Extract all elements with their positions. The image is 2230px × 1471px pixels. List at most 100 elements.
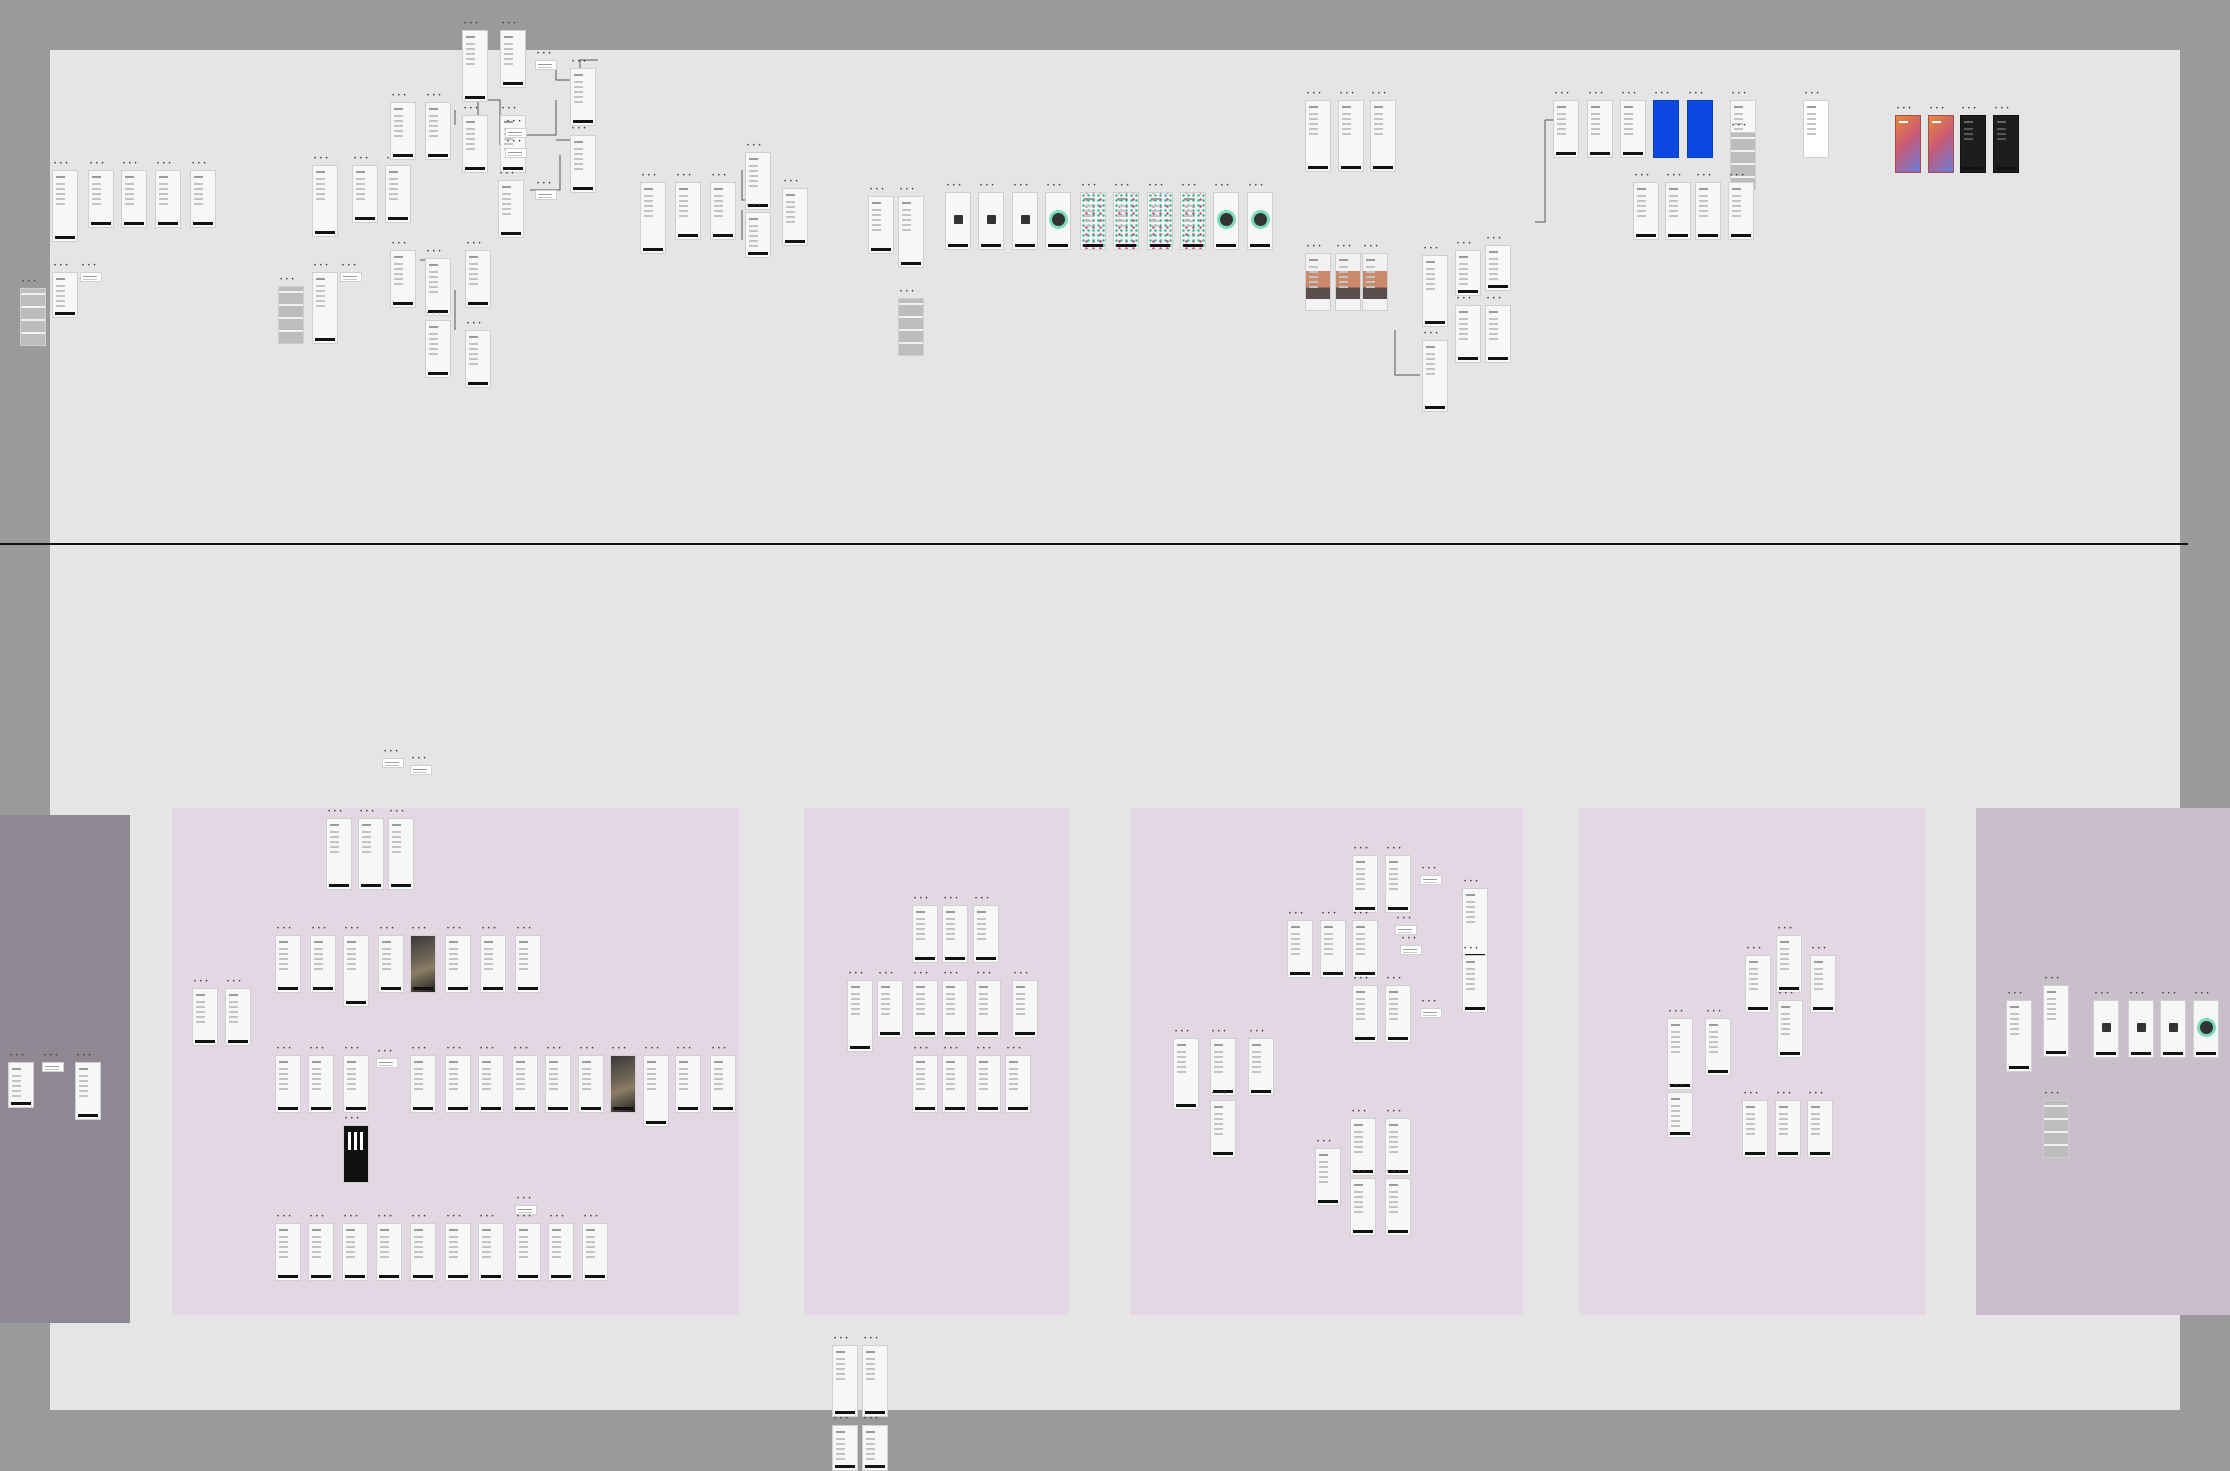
screen-frame[interactable] xyxy=(1803,100,1829,158)
screen-frame[interactable] xyxy=(2043,1100,2069,1158)
screen-frame[interactable] xyxy=(1633,182,1659,240)
screen-frame[interactable] xyxy=(1385,1118,1411,1176)
screen-frame[interactable] xyxy=(410,765,432,775)
screen-frame[interactable] xyxy=(342,1223,368,1281)
screen-frame[interactable] xyxy=(1247,192,1273,250)
screen-frame[interactable] xyxy=(745,212,771,258)
screen-frame[interactable] xyxy=(425,102,451,160)
screen-frame[interactable] xyxy=(75,1062,101,1120)
screen-frame[interactable] xyxy=(710,182,736,240)
screen-frame[interactable] xyxy=(410,935,436,993)
screen-frame[interactable] xyxy=(88,170,114,228)
screen-frame[interactable] xyxy=(942,905,968,963)
screen-frame[interactable] xyxy=(877,980,903,1038)
screen-frame[interactable] xyxy=(578,1055,604,1113)
screen-frame[interactable] xyxy=(192,988,218,1046)
screen-frame[interactable] xyxy=(275,1223,301,1281)
screen-frame[interactable] xyxy=(515,1223,541,1281)
screen-frame[interactable] xyxy=(868,196,894,254)
screen-frame[interactable] xyxy=(1587,100,1613,158)
screen-frame[interactable] xyxy=(385,165,411,223)
screen-frame[interactable] xyxy=(1620,100,1646,158)
screen-frame[interactable] xyxy=(782,188,808,246)
screen-frame[interactable] xyxy=(1350,1118,1376,1176)
screen-frame[interactable] xyxy=(1248,1038,1274,1096)
screen-frame[interactable] xyxy=(975,980,1001,1038)
screen-frame[interactable] xyxy=(898,196,924,268)
screen-frame[interactable] xyxy=(1895,115,1921,173)
screen-frame[interactable] xyxy=(52,170,78,242)
screen-frame[interactable] xyxy=(1113,192,1139,250)
screen-frame[interactable] xyxy=(912,905,938,963)
screen-frame[interactable] xyxy=(1338,100,1364,172)
screen-frame[interactable] xyxy=(675,1055,701,1113)
screen-frame[interactable] xyxy=(1012,192,1038,250)
screen-frame[interactable] xyxy=(155,170,181,228)
screen-frame[interactable] xyxy=(610,1055,636,1113)
screen-frame[interactable] xyxy=(352,165,378,223)
screen-frame[interactable] xyxy=(343,1125,369,1183)
screen-frame[interactable] xyxy=(275,935,301,993)
screen-frame[interactable] xyxy=(1385,1178,1411,1236)
screen-frame[interactable] xyxy=(1320,920,1346,978)
screen-frame[interactable] xyxy=(340,272,362,282)
screen-frame[interactable] xyxy=(505,148,527,158)
screen-frame[interactable] xyxy=(1305,100,1331,172)
screen-frame[interactable] xyxy=(1352,920,1378,978)
screen-frame[interactable] xyxy=(2043,985,2069,1057)
screen-frame[interactable] xyxy=(1420,875,1442,885)
screen-frame[interactable] xyxy=(1777,1000,1803,1058)
screen-frame[interactable] xyxy=(498,180,524,238)
screen-frame[interactable] xyxy=(505,128,527,138)
screen-frame[interactable] xyxy=(225,988,251,1046)
screen-frame[interactable] xyxy=(973,905,999,963)
screen-frame[interactable] xyxy=(1385,855,1411,913)
screen-frame[interactable] xyxy=(308,1055,334,1113)
screen-frame[interactable] xyxy=(376,1058,398,1068)
screen-frame[interactable] xyxy=(1045,192,1071,250)
screen-frame[interactable] xyxy=(515,935,541,993)
screen-frame[interactable] xyxy=(1362,253,1388,311)
screen-frame[interactable] xyxy=(675,182,701,240)
screen-frame[interactable] xyxy=(80,272,102,282)
screen-frame[interactable] xyxy=(847,980,873,1052)
screen-frame[interactable] xyxy=(1728,182,1754,240)
screen-frame[interactable] xyxy=(862,1345,888,1417)
screen-frame[interactable] xyxy=(478,1055,504,1113)
screen-frame[interactable] xyxy=(312,272,338,344)
screen-frame[interactable] xyxy=(512,1055,538,1113)
screen-frame[interactable] xyxy=(1667,1092,1693,1138)
screen-frame[interactable] xyxy=(570,68,596,126)
screen-frame[interactable] xyxy=(462,30,488,102)
screen-frame[interactable] xyxy=(1745,955,1771,1013)
screen-frame[interactable] xyxy=(1485,245,1511,291)
screen-frame[interactable] xyxy=(478,1223,504,1281)
screen-frame[interactable] xyxy=(465,330,491,388)
screen-frame[interactable] xyxy=(445,1223,471,1281)
screen-frame[interactable] xyxy=(1012,980,1038,1038)
screen-frame[interactable] xyxy=(570,135,596,193)
screen-frame[interactable] xyxy=(1352,855,1378,913)
screen-frame[interactable] xyxy=(52,272,78,318)
screen-frame[interactable] xyxy=(8,1062,34,1108)
screen-frame[interactable] xyxy=(1080,192,1106,250)
screen-frame[interactable] xyxy=(1960,115,1986,173)
screen-frame[interactable] xyxy=(2093,1000,2119,1058)
screen-frame[interactable] xyxy=(535,190,557,200)
screen-frame[interactable] xyxy=(582,1223,608,1281)
screen-frame[interactable] xyxy=(1287,920,1313,978)
screen-frame[interactable] xyxy=(1422,340,1448,412)
screen-frame[interactable] xyxy=(1993,115,2019,173)
screen-frame[interactable] xyxy=(1455,305,1481,363)
screen-frame[interactable] xyxy=(1462,955,1488,1013)
screen-frame[interactable] xyxy=(975,1055,1001,1113)
screen-frame[interactable] xyxy=(640,182,666,254)
screen-frame[interactable] xyxy=(945,192,971,250)
screen-frame[interactable] xyxy=(425,258,451,316)
screen-frame[interactable] xyxy=(1315,1148,1341,1206)
screen-frame[interactable] xyxy=(710,1055,736,1113)
screen-frame[interactable] xyxy=(1210,1100,1236,1158)
screen-frame[interactable] xyxy=(535,60,557,70)
screen-frame[interactable] xyxy=(42,1062,64,1072)
screen-frame[interactable] xyxy=(1395,925,1417,935)
